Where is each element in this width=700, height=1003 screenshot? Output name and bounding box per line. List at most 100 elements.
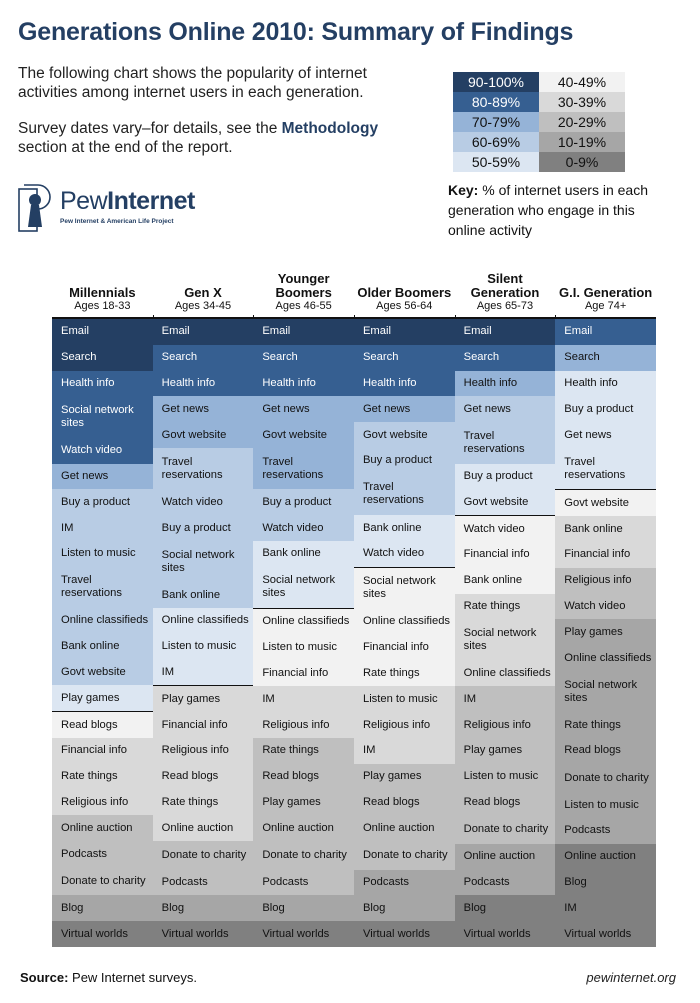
color-key: 90-100% 40-49% 80-89% 30-39% 70-79% 20-29% 60-…	[453, 72, 625, 172]
activity-cell: Online classifieds	[52, 608, 153, 634]
activity-cell: Bank online	[152, 582, 254, 609]
column-divider-tick	[152, 315, 154, 319]
activity-cell: Social network sites	[253, 566, 354, 609]
activity-cell: Online classifieds	[454, 660, 556, 687]
activity-cell: Listen to music	[353, 686, 455, 713]
pew-keyhole-logo-icon	[18, 184, 51, 232]
generation-ages: Ages 18-33	[74, 300, 131, 312]
activity-cell: Rate things	[152, 789, 254, 816]
activity-cell: Online auction	[353, 815, 455, 842]
activity-cell: Social network sites	[454, 619, 556, 661]
source-note: Source: Pew Internet surveys.	[20, 970, 197, 985]
generation-ages: Ages 65-73	[476, 300, 534, 312]
activity-cell: Govt website	[454, 489, 556, 516]
key-tier-60-69: 60-69%	[453, 132, 539, 152]
activity-cell: Travel reservations	[253, 447, 354, 490]
key-tier-50-59: 50-59%	[453, 152, 539, 172]
activity-cell: IM	[253, 686, 354, 713]
activity-cell: Get news	[52, 463, 153, 490]
key-caption: Key: % of internet users in each generat…	[448, 180, 658, 240]
activity-cell: Get news	[353, 396, 455, 423]
activity-cell: Read blogs	[555, 738, 656, 764]
site-url[interactable]: pewinternet.org	[586, 970, 676, 985]
activity-cell: Rate things	[454, 593, 556, 620]
activity-cell: Get news	[454, 396, 556, 423]
key-tier-10-19: 10-19%	[539, 132, 625, 152]
activity-cell: Play games	[555, 619, 656, 646]
key-grid: 90-100% 40-49% 80-89% 30-39% 70-79% 20-29% 60-…	[453, 72, 625, 172]
activity-cell: Rate things	[353, 660, 455, 687]
generation-ages: Ages 34-45	[174, 300, 232, 312]
activity-cell: Play games	[353, 763, 455, 790]
activity-cell: Govt website	[555, 489, 656, 517]
activity-cell: Listen to music	[454, 763, 556, 790]
activity-cell: Listen to music	[152, 633, 254, 660]
activity-cell: Search	[454, 344, 556, 371]
logo-wordmark: PewInternet	[60, 187, 195, 216]
activity-cell: Religious info	[152, 738, 254, 764]
activity-cell: Search	[152, 344, 254, 371]
activity-grid: Email Search Health info Social network sit…	[52, 315, 656, 948]
generation-header: Silent Generation Ages 65-73	[455, 263, 556, 315]
activity-cell: Read blogs	[353, 789, 455, 816]
activity-cell: Email	[253, 319, 354, 345]
activity-cell: Bank online	[52, 633, 153, 660]
key-tier-70-79: 70-79%	[453, 112, 539, 132]
column-divider-tick	[253, 315, 255, 319]
generation-column: Email Search Health info Social network sit…	[52, 319, 153, 948]
generation-headers: Millennials Ages 18-33 Gen X Ages 34-45 Youn…	[52, 263, 656, 315]
generation-header: Older Boomers Ages 56-64	[354, 263, 455, 315]
activity-cell: Govt website	[253, 422, 354, 448]
activity-cell: Health info	[555, 370, 656, 397]
activity-cell: Financial info	[253, 660, 354, 687]
activity-cell: Podcasts	[555, 818, 656, 844]
activity-cell: Online auction	[555, 843, 656, 870]
activity-cell: IM	[454, 686, 556, 713]
activity-cell: Rate things	[52, 763, 153, 790]
generation-column: Email Search Health info Get news Govt websi…	[353, 315, 455, 948]
activity-cell: Email	[454, 319, 556, 345]
intro-p2-suffix: section at the end of the report.	[18, 139, 233, 156]
activity-cell: Blog	[454, 895, 556, 922]
generation-header: Younger Boomers Ages 46-55	[253, 263, 354, 315]
activity-cell: Health info	[52, 370, 153, 397]
activity-cell: Health info	[253, 370, 354, 397]
activity-cell: Podcasts	[52, 841, 153, 868]
activity-cell: Search	[52, 344, 153, 371]
activity-cell: Govt website	[52, 659, 153, 686]
activity-cell: Travel reservations	[353, 473, 455, 516]
generation-header: G.I. Generation Age 74+	[555, 263, 656, 315]
activity-cell: Search	[555, 344, 656, 371]
activity-cell: Donate to charity	[52, 867, 153, 896]
methodology-link[interactable]: Methodology	[282, 120, 378, 137]
generation-column: Email Search Health info Buy a product Get n…	[555, 315, 656, 948]
generation-name: Younger Boomers	[275, 271, 332, 300]
activity-cell: Health info	[353, 370, 455, 397]
activity-cell: Email	[353, 319, 455, 345]
activity-cell: Virtual worlds	[353, 921, 455, 948]
activity-cell: Get news	[152, 396, 254, 423]
activity-cell: Financial info	[555, 541, 656, 568]
activity-cell: Blog	[555, 869, 656, 896]
activity-cell: Social network sites	[52, 396, 153, 438]
generation-name: G.I. Generation	[559, 285, 653, 300]
activity-cell: Rate things	[253, 738, 354, 764]
key-description: % of internet users in each generation w…	[448, 182, 649, 238]
activity-cell: Donate to charity	[454, 815, 556, 844]
key-tier-0-9: 0-9%	[539, 152, 625, 172]
activity-cell: Buy a product	[253, 489, 354, 516]
activity-cell: Travel reservations	[152, 447, 254, 490]
generation-column: Email Search Health info Get news Govt websi…	[253, 315, 354, 948]
activity-cell: IM	[353, 738, 455, 764]
activity-cell: Email	[52, 319, 153, 345]
activity-cell: Donate to charity	[353, 841, 455, 870]
activity-cell: Virtual worlds	[555, 921, 656, 948]
activity-cell: Blog	[152, 895, 254, 922]
activity-cell: Get news	[253, 396, 354, 423]
activity-cell: Virtual worlds	[152, 921, 254, 948]
activity-cell: Donate to charity	[152, 841, 254, 870]
activity-cell: Financial info	[152, 712, 254, 739]
activity-cell: Search	[353, 344, 455, 371]
activity-cell: Podcasts	[353, 869, 455, 896]
source-text: Pew Internet surveys.	[68, 970, 198, 985]
